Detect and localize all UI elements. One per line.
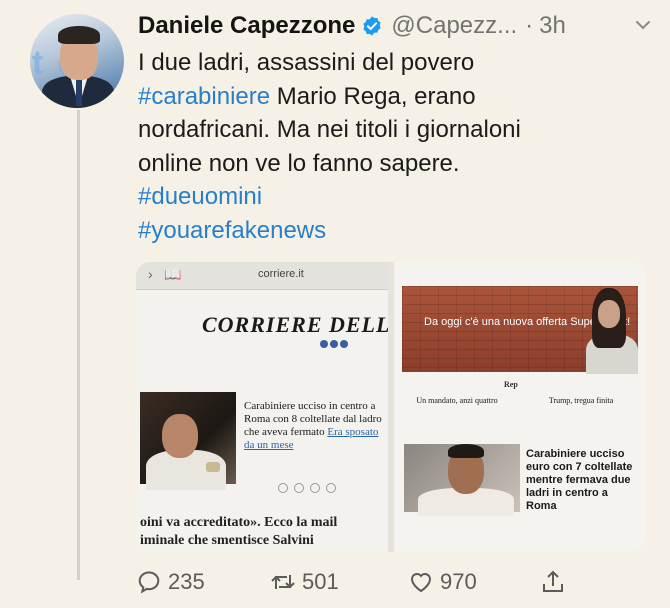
browser-toolbar: › 📖 corriere.it	[136, 262, 388, 290]
tweet-text-line: I due ladri, assassini del povero	[138, 46, 638, 80]
article-headline-right: Carabiniere ucciso euro con 7 coltellate…	[526, 448, 633, 512]
chevron-down-icon[interactable]	[634, 16, 652, 34]
ad-banner: Da oggi c'è una nuova offerta Supersmart…	[402, 286, 638, 374]
avatar-hair	[58, 26, 100, 44]
tweet-text-span: Mario Rega, erano	[270, 82, 476, 110]
browser-url: corriere.it	[258, 268, 304, 280]
share-button[interactable]	[540, 568, 566, 596]
reply-icon	[138, 571, 160, 594]
article-quote: oini va accreditato». Ecco la mail imina…	[140, 514, 337, 550]
banner-photo	[586, 286, 638, 374]
heart-icon	[410, 573, 432, 593]
tweet-header: Daniele Capezzone @Capezz... · 3h	[138, 8, 658, 44]
tweet-text-span: nordafricani. Ma nei titoli i giornaloni	[138, 116, 521, 143]
author-handle[interactable]: @Capezz...	[391, 12, 517, 40]
tweet-text-line: online non ve lo fanno sapere.	[138, 147, 638, 181]
quote-line-1: oini va accreditato». Ecco la mail	[140, 515, 338, 530]
share-icons	[278, 480, 358, 498]
tweet-actions: 235 501 970	[136, 562, 656, 602]
tweet-text-span: online non ve lo fanno sapere.	[138, 149, 460, 177]
article-headline-left: Carabiniere ucciso in centro a Roma con …	[244, 400, 384, 452]
site-menubar	[136, 292, 388, 306]
quote-line-2: iminale che smentisce Salvini	[140, 533, 314, 548]
retweet-count: 501	[302, 569, 339, 594]
like-count: 970	[440, 569, 477, 594]
column-headlines: Un mandato, anzi quattro Trump, tregua f…	[402, 396, 638, 426]
hashtag-link[interactable]: #carabiniere	[138, 83, 270, 110]
author-name[interactable]: Daniele Capezzone	[138, 12, 355, 40]
separator-dot: ·	[525, 12, 534, 39]
article-photo-left	[140, 392, 236, 490]
avatar[interactable]: tg	[30, 14, 124, 108]
share-icon	[543, 570, 563, 592]
hashtag-link[interactable]: #dueuomini	[138, 183, 262, 210]
social-icons	[320, 335, 350, 348]
tweet-text-line: #carabiniere Mario Rega, erano	[138, 80, 638, 114]
section-bar	[136, 368, 388, 380]
retweet-icon	[271, 575, 295, 589]
tweet-text-line: #dueuomini	[138, 180, 638, 214]
tweet-text: I due ladri, assassini del povero #carabi…	[138, 46, 638, 247]
newspaper-masthead: CORRIERE DELLA S	[202, 312, 388, 337]
reply-count: 235	[168, 569, 205, 594]
media-image-right[interactable]: Da oggi c'è una nuova offerta Supersmart…	[394, 262, 646, 552]
column-headline-2: Trump, tregua finita	[548, 396, 614, 405]
like-button[interactable]: 970	[408, 568, 477, 596]
tweet-media[interactable]: › 📖 corriere.it CORRIERE DELLA S Carabin…	[136, 262, 646, 552]
reply-button[interactable]: 235	[136, 568, 205, 596]
article-photo-right	[404, 444, 520, 516]
repubblica-logo: Rep	[504, 380, 518, 389]
avatar-tie	[76, 80, 82, 106]
hashtag-link[interactable]: #youarefakenews	[138, 217, 326, 244]
browser-controls-icon: › 📖	[148, 266, 182, 282]
tweet-timestamp[interactable]: 3h	[539, 12, 566, 40]
tweet-text-span: I due ladri, assassini del povero	[138, 49, 475, 76]
tweet-text-line: nordafricani. Ma nei titoli i giornaloni	[138, 113, 638, 147]
verified-badge-icon	[363, 16, 382, 36]
media-image-left[interactable]: › 📖 corriere.it CORRIERE DELLA S Carabin…	[136, 262, 388, 552]
thread-line	[77, 110, 80, 580]
column-headline-1: Un mandato, anzi quattro	[416, 396, 498, 405]
tweet-text-line: #youarefakenews	[138, 214, 638, 248]
retweet-button[interactable]: 501	[270, 568, 339, 596]
